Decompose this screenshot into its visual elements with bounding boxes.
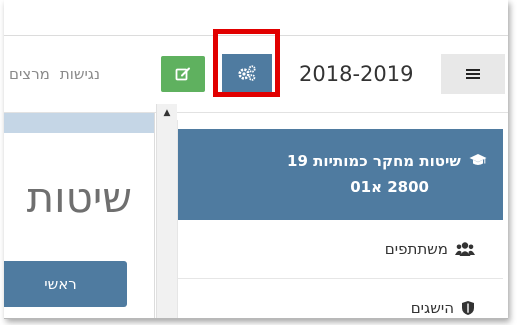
sidebar-item-participants[interactable]: משתתפים [178, 220, 503, 279]
course-title-line2: 2800 א01 [350, 178, 429, 196]
edit-button[interactable] [161, 56, 205, 92]
sidebar-item-achievements[interactable]: הישגים [178, 279, 503, 318]
users-icon [455, 242, 475, 256]
highlight-annotation [213, 29, 280, 97]
course-header[interactable]: שיטות מחקר כמותיות 19 2800 א01 [178, 129, 503, 220]
academic-year: 2018-2019 [299, 62, 414, 86]
nav-link-lecturers[interactable]: מרצים [4, 65, 55, 83]
browser-viewport: מרצים נגישות 2018-2019 שיטות ראשי ▲ שיטו… [4, 0, 508, 319]
course-title-line1: שיטות מחקר כמותיות 19 [287, 152, 461, 170]
menu-toggle-button[interactable] [441, 54, 505, 94]
home-button[interactable]: ראשי [4, 261, 127, 307]
content-panel: שיטות ראשי [4, 133, 154, 318]
edit-icon [175, 67, 190, 81]
course-sidebar: שיטות מחקר כמותיות 19 2800 א01 משתתפים ה… [177, 120, 505, 318]
hamburger-icon [466, 67, 480, 81]
shield-icon [462, 301, 474, 315]
nav-link-accessibility[interactable]: נגישות [55, 65, 105, 83]
sidebar-item-label: הישגים [410, 299, 454, 317]
home-button-label: ראשי [44, 275, 77, 293]
course-title: שיטות מחקר כמותיות 19 [287, 152, 487, 170]
scroll-up-arrow-icon[interactable]: ▲ [157, 104, 177, 122]
page-title: שיטות [26, 173, 132, 222]
scrollbar[interactable]: ▲ [156, 104, 177, 318]
graduation-cap-icon [469, 154, 487, 165]
main-content: שיטות ראשי [4, 113, 155, 318]
sidebar-item-label: משתתפים [384, 240, 448, 258]
nav-links: מרצים נגישות [4, 60, 105, 88]
content-header-bar [4, 113, 154, 133]
